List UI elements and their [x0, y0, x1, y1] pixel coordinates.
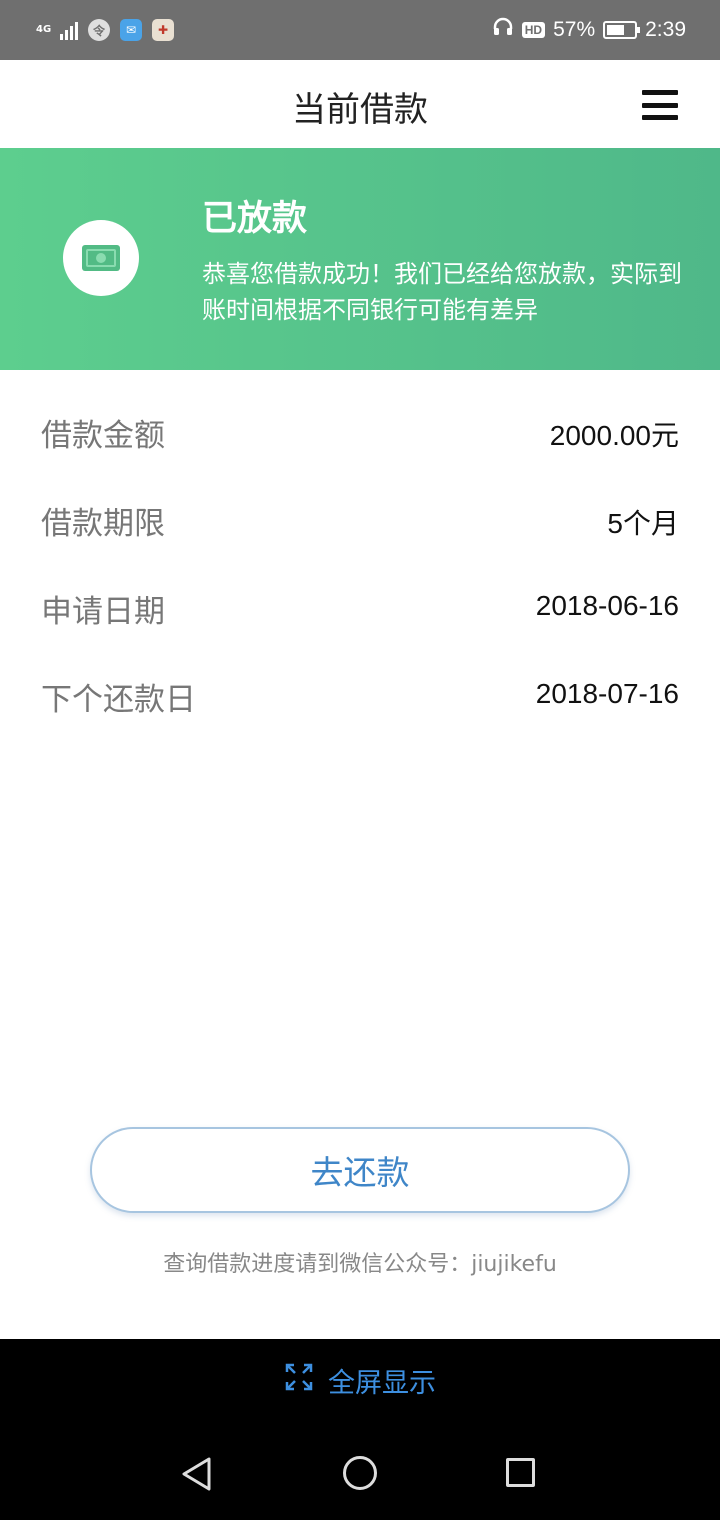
clock: 2:39 — [645, 18, 686, 41]
hd-badge: HD — [521, 22, 546, 38]
back-icon[interactable] — [180, 1456, 212, 1496]
repay-button[interactable]: 去还款 — [90, 1127, 630, 1213]
info-value: 2000.00元 — [549, 420, 679, 451]
info-value: 2018-06-16 — [535, 590, 679, 621]
status-left-icons: 4G 令 ✉ ✚ — [36, 16, 174, 44]
signal-icon — [60, 20, 78, 40]
apply-date-row: 申请日期 2018-06-16 — [0, 566, 720, 654]
network-type: 4G — [36, 24, 52, 35]
recent-apps-icon[interactable] — [506, 1458, 535, 1487]
battery-icon — [603, 21, 641, 39]
battery-percent: 57% — [553, 18, 596, 41]
loan-term-row: 借款期限 5个月 — [0, 478, 720, 566]
info-value: 5个月 — [607, 508, 679, 539]
banner-title: 已放款 — [202, 199, 308, 239]
info-label: 借款金额 — [41, 418, 165, 454]
status-bar: 4G 令 ✉ ✚ HD 57% 2:39 — [0, 0, 720, 60]
footer-note: 查询借款进度请到微信公众号：jiujikefu — [163, 1252, 557, 1277]
info-label: 借款期限 — [41, 506, 165, 542]
home-icon[interactable] — [343, 1456, 377, 1490]
page-title: 当前借款 — [292, 90, 428, 130]
menu-icon[interactable] — [642, 90, 678, 120]
loan-info-list: 借款金额 2000.00元 借款期限 5个月 申请日期 2018-06-16 下… — [0, 390, 720, 742]
status-right-icons: HD 57% 2:39 — [492, 14, 686, 46]
notification-app-icon: ✉ — [120, 19, 142, 41]
notification-app-icon: ✚ — [152, 19, 174, 41]
info-label: 申请日期 — [41, 594, 165, 630]
info-label: 下个还款日 — [41, 682, 196, 718]
notification-app-icon: 令 — [88, 19, 110, 41]
loan-amount-row: 借款金额 2000.00元 — [0, 390, 720, 478]
next-repayment-row: 下个还款日 2018-07-16 — [0, 654, 720, 742]
expand-icon — [284, 1362, 314, 1399]
system-nav-bar — [0, 1451, 720, 1501]
cash-icon — [63, 220, 139, 296]
status-banner: 已放款 恭喜您借款成功！我们已经给您放款，实际到账时间根据不同银行可能有差异 — [0, 148, 720, 370]
fullscreen-button[interactable]: 全屏显示 — [0, 1361, 720, 1400]
headset-icon — [492, 16, 514, 44]
banner-description: 恭喜您借款成功！我们已经给您放款，实际到账时间根据不同银行可能有差异 — [202, 260, 682, 324]
info-value: 2018-07-16 — [535, 678, 679, 709]
fullscreen-label: 全屏显示 — [328, 1368, 436, 1399]
app-bar: 当前借款 — [0, 60, 720, 148]
bottom-bar: 全屏显示 — [0, 1339, 720, 1520]
